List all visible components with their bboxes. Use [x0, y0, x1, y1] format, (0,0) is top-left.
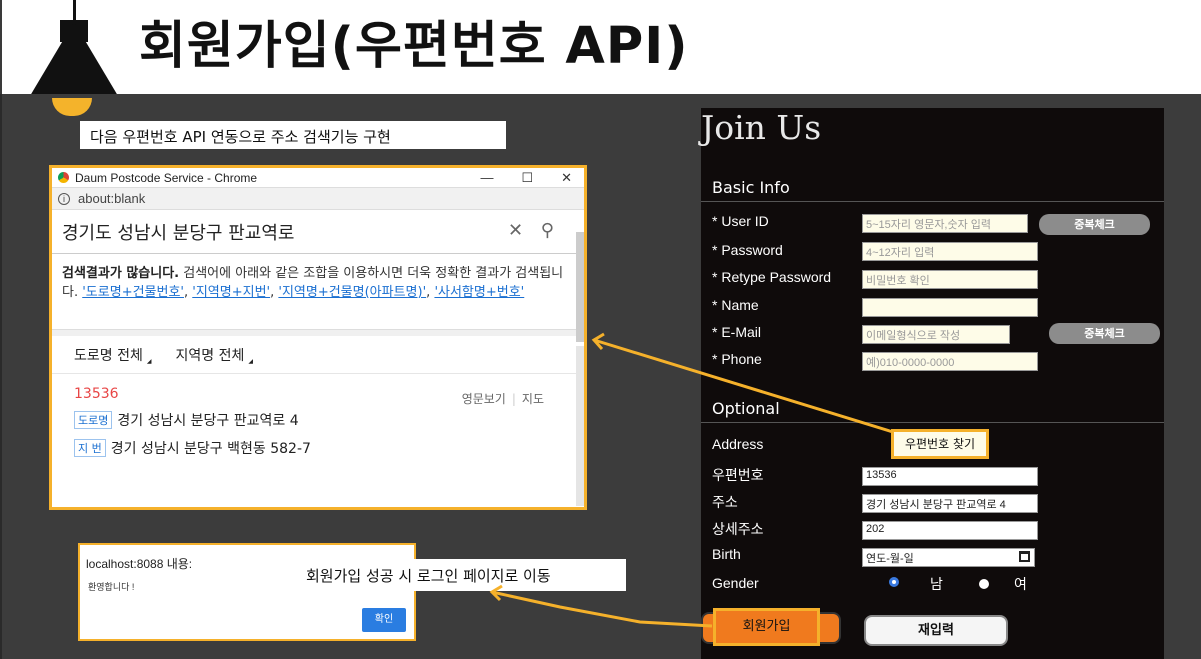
jibun-address-row[interactable]: 지 번 경기 성남시 분당구 백현동 582-7: [74, 438, 562, 458]
gender-female-radio[interactable]: [979, 579, 989, 589]
filter-tabs: 도로명 전체 지역명 전체: [52, 336, 584, 374]
search-result-item[interactable]: 13536 영문보기 | 지도 도로명 경기 성남시 분당구 판교역로 4 지 번 …: [52, 374, 584, 470]
label-address: Address: [712, 436, 764, 452]
search-hint-message: 검색결과가 많습니다. 검색어에 아래와 같은 조합을 이용하시면 더욱 정확한…: [52, 254, 584, 330]
birth-date-input[interactable]: 연도-월-일: [862, 548, 1035, 567]
phone-input[interactable]: 예)010-0000-0000: [862, 352, 1038, 371]
road-address[interactable]: 경기 성남시 분당구 판교역로 4: [117, 410, 298, 430]
alert-caption: 회원가입 성공 시 로그인 페이지로 이동: [298, 559, 626, 591]
alert-dialog: localhost:8088 내용: 환영합니다 ! 확인: [78, 543, 416, 641]
hint-link-pobox[interactable]: '사서함명+번호': [434, 285, 524, 300]
label-zipcode: 우편번호: [712, 467, 764, 483]
road-address-row[interactable]: 도로명 경기 성남시 분당구 판교역로 4: [74, 410, 562, 430]
hint-link-road[interactable]: '도로명+건물번호': [82, 285, 184, 300]
gender-male-radio[interactable]: [889, 577, 899, 587]
id-duplicate-check-button[interactable]: 중복체크: [1039, 214, 1150, 235]
postcode-search-input[interactable]: 경기도 성남시 분당구 판교역로 ✕ ⚲: [52, 210, 584, 254]
search-value: 경기도 성남시 분당구 판교역로: [62, 222, 295, 244]
find-zipcode-button[interactable]: 우편번호 찾기: [891, 429, 989, 459]
retype-password-input[interactable]: 비밀번호 확인: [862, 270, 1038, 289]
url-text: about:blank: [78, 191, 146, 206]
tab-region-all[interactable]: 지역명 전체: [175, 345, 252, 365]
slide-header: 회원가입(우편번호 API): [0, 0, 1201, 106]
address-input[interactable]: 경기 성남시 분당구 판교역로 4: [862, 494, 1038, 513]
jibun-address[interactable]: 경기 성남시 분당구 백현동 582-7: [111, 438, 311, 458]
maximize-button[interactable]: ☐: [521, 170, 533, 186]
hint-link-building[interactable]: '지역명+건물명(아파트명)': [278, 285, 426, 300]
scrollbar-track[interactable]: [576, 346, 584, 506]
slide-title: 회원가입(우편번호 API): [139, 17, 689, 76]
submit-join-button[interactable]: 회원가입: [713, 608, 820, 646]
zipcode-input[interactable]: 13536: [862, 467, 1038, 486]
jibun-tag: 지 번: [74, 439, 106, 457]
label-phone: * Phone: [712, 351, 762, 367]
optional-heading: Optional: [712, 399, 780, 418]
label-birth: Birth: [712, 546, 741, 562]
address-detail-input[interactable]: 202: [862, 521, 1038, 540]
section-divider: [701, 201, 1164, 202]
calendar-icon[interactable]: [1019, 551, 1030, 562]
label-user-id: * User ID: [712, 213, 769, 229]
gender-female-label: 여: [1014, 577, 1027, 593]
label-password: * Password: [712, 242, 783, 258]
hint-link-jibun[interactable]: '지역명+지번': [192, 285, 270, 300]
reset-button[interactable]: 재입력: [864, 615, 1008, 646]
alert-host: localhost:8088 내용:: [86, 557, 193, 571]
scrollbar-thumb[interactable]: [576, 232, 584, 342]
clear-search-icons[interactable]: ✕ ⚲: [508, 220, 560, 241]
user-id-input[interactable]: 5~15자리 영문자,숫자 입력: [862, 214, 1028, 233]
popup-window-title: Daum Postcode Service - Chrome: [75, 170, 258, 185]
label-address-main: 주소: [712, 494, 738, 510]
password-input[interactable]: 4~12자리 입력: [862, 242, 1038, 261]
map-link[interactable]: 지도: [522, 392, 544, 406]
hint-bold: 검색결과가 많습니다.: [62, 266, 180, 281]
label-gender: Gender: [712, 575, 759, 591]
close-button[interactable]: ✕: [561, 170, 572, 186]
basic-info-heading: Basic Info: [712, 178, 790, 197]
caption-box: 다음 우편번호 API 연동으로 주소 검색기능 구현: [80, 121, 506, 149]
lamp-cord-decoration: [73, 0, 76, 22]
section-divider: [701, 422, 1164, 423]
join-form: Join Us Basic Info * User ID 5~15자리 영문자,…: [701, 108, 1164, 659]
name-input[interactable]: [862, 298, 1038, 317]
email-duplicate-check-button[interactable]: 중복체크: [1049, 323, 1160, 344]
label-address-detail: 상세주소: [712, 521, 764, 537]
result-links: 영문보기 | 지도: [461, 392, 544, 406]
tab-road-all[interactable]: 도로명 전체: [74, 345, 151, 365]
label-name: * Name: [712, 297, 759, 313]
minimize-button[interactable]: —: [480, 170, 493, 186]
label-retype-password: * Retype Password: [712, 269, 832, 285]
alert-ok-button[interactable]: 확인: [362, 608, 406, 632]
chrome-icon: [58, 172, 69, 183]
english-view-link[interactable]: 영문보기: [462, 392, 506, 406]
form-heading: Join Us: [701, 108, 822, 147]
gender-male-label: 남: [930, 577, 943, 593]
label-email: * E-Mail: [712, 324, 762, 340]
info-icon[interactable]: i: [58, 192, 70, 205]
address-bar: i about:blank: [52, 188, 584, 210]
email-input[interactable]: 이메일형식으로 작성: [862, 325, 1010, 344]
birth-placeholder: 연도-월-일: [866, 553, 914, 565]
popup-titlebar: Daum Postcode Service - Chrome — ☐ ✕: [52, 168, 584, 188]
road-tag: 도로명: [74, 411, 113, 429]
postcode-popup-window: Daum Postcode Service - Chrome — ☐ ✕ i a…: [49, 165, 587, 510]
alert-message: 환영합니다 !: [88, 582, 135, 592]
